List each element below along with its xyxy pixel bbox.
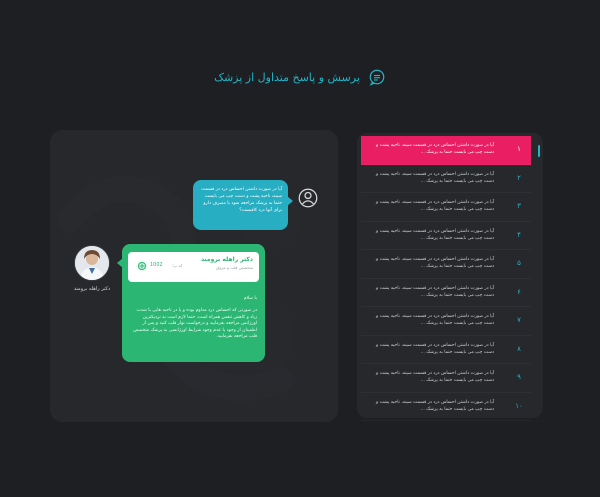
faq-number: ۲ <box>517 173 521 182</box>
faq-number: ۷ <box>517 316 521 324</box>
faq-item-3[interactable]: آیا در صورت داشتن احساس درد در قسمت سینه… <box>361 193 531 222</box>
doctor-card[interactable]: دکتر راهله برومند متخصص قلب و عروق کد پ:… <box>128 252 259 282</box>
faq-question: آیا در صورت داشتن احساس درد در قسمت سینه… <box>376 314 494 326</box>
faq-question: آیا در صورت داشتن احساس درد در قسمت سینه… <box>376 228 494 241</box>
answer-bubble: دکتر راهله برومند متخصص قلب و عروق کد پ:… <box>117 244 265 362</box>
clinic-logo-icon <box>136 260 148 272</box>
user-icon <box>298 188 318 208</box>
faq-question: آیا در صورت داشتن احساس درد در قسمت سینه… <box>376 257 494 269</box>
faq-item-10[interactable]: آیا در صورت داشتن احساس درد در قسمت سینه… <box>361 393 531 421</box>
question-bubble: آیا در صورت داشتن احساس درد در قسمت سینه… <box>193 180 293 230</box>
faq-number: ۵ <box>517 259 521 267</box>
answer-text: در صورتی که احساس درد مداوم بوده و یا در… <box>133 308 257 339</box>
faq-number: ۶ <box>517 287 521 296</box>
faq-question: آیا در صورت داشتن احساس درد در قسمت سینه… <box>376 171 494 184</box>
faq-question: آیا در صورت داشتن احساس درد در قسمت سینه… <box>376 399 494 412</box>
faq-question: آیا در صورت داشتن احساس درد در قسمت سینه… <box>376 143 494 155</box>
faq-item-6[interactable]: آیا در صورت داشتن احساس درد در قسمت سینه… <box>361 279 531 307</box>
faq-item-9[interactable]: آیا در صورت داشتن احساس درد در قسمت سینه… <box>361 364 531 393</box>
faq-item-1[interactable]: آیا در صورت داشتن احساس درد در قسمت سینه… <box>361 136 531 165</box>
faq-list: آیا در صورت داشتن احساس درد در قسمت سینه… <box>361 136 531 421</box>
doctor-code-label: کد پ: <box>172 263 183 268</box>
answer-greeting: با سلام <box>243 296 257 301</box>
faq-number: ۴ <box>517 230 521 239</box>
faq-question: آیا در صورت داشتن احساس درد در قسمت سینه… <box>376 285 494 298</box>
faq-item-8[interactable]: آیا در صورت داشتن احساس درد در قسمت سینه… <box>361 336 531 364</box>
faq-number: ۱ <box>517 145 521 153</box>
faq-question: آیا در صورت داشتن احساس درد در قسمت سینه… <box>376 371 494 383</box>
faq-item-4[interactable]: آیا در صورت داشتن احساس درد در قسمت سینه… <box>361 222 531 250</box>
page-header: پرسش و پاسخ متداول از پزشک <box>0 66 600 88</box>
faq-item-2[interactable]: آیا در صورت داشتن احساس درد در قسمت سینه… <box>361 165 531 193</box>
faq-number: ۸ <box>517 344 521 353</box>
faq-item-5[interactable]: آیا در صورت داشتن احساس درد در قسمت سینه… <box>361 250 531 279</box>
faq-question: آیا در صورت داشتن احساس درد در قسمت سینه… <box>376 200 494 212</box>
faq-question: آیا در صورت داشتن احساس درد در قسمت سینه… <box>376 342 494 355</box>
faq-number: ۳ <box>517 202 521 210</box>
page-title: پرسش و پاسخ متداول از پزشک <box>214 70 360 84</box>
scrollbar-thumb[interactable] <box>538 145 540 157</box>
chat-bubble-icon <box>369 69 385 86</box>
faq-number: ۱۰ <box>515 401 523 410</box>
faq-item-7[interactable]: آیا در صورت داشتن احساس درد در قسمت سینه… <box>361 307 531 336</box>
doctor-photo <box>75 246 109 280</box>
faq-number: ۹ <box>517 373 521 381</box>
doctor-avatar <box>74 245 110 281</box>
doctor-code: 1002 <box>150 262 163 268</box>
doctor-caption: دکتر راهله برومند <box>73 286 111 292</box>
